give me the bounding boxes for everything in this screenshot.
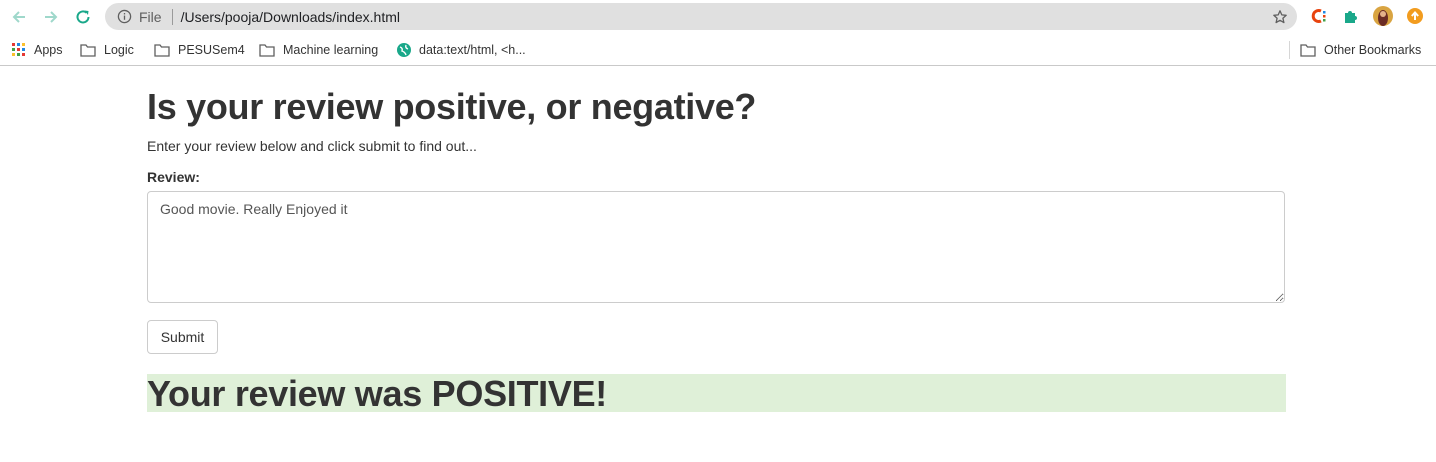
address-bar[interactable]: File /Users/pooja/Downloads/index.html [105, 3, 1297, 30]
bookmark-label: Apps [34, 43, 63, 57]
intro-text: Enter your review below and click submit… [147, 138, 477, 154]
folder-icon [259, 43, 275, 57]
bookmark-logic[interactable]: Logic [80, 41, 134, 59]
folder-icon [1300, 43, 1316, 57]
globe-icon [397, 43, 411, 57]
update-arrow-icon[interactable] [1405, 6, 1425, 26]
bookmark-label: PESUSem4 [178, 43, 245, 57]
bookmark-label: Other Bookmarks [1324, 43, 1422, 57]
scheme-label: File [139, 8, 162, 25]
bookmarks-bar: Apps Logic PESUSem4 Machine learning dat… [0, 34, 1436, 66]
bookmark-other-bookmarks[interactable]: Other Bookmarks [1300, 41, 1421, 59]
bookmark-label: Machine learning [283, 43, 379, 57]
result-banner: Your review was POSITIVE! [147, 374, 1286, 414]
bookmark-label: data:text/html, <h... [419, 43, 526, 57]
address-separator [171, 8, 173, 25]
review-label: Review: [147, 169, 200, 185]
submit-button[interactable]: Submit [147, 320, 218, 354]
reload-button[interactable] [71, 5, 95, 29]
page-title: Is your review positive, or negative? [147, 86, 757, 127]
extension-c-icon[interactable] [1309, 6, 1329, 26]
url-text[interactable]: /Users/pooja/Downloads/index.html [181, 9, 1271, 25]
profile-avatar[interactable] [1373, 6, 1393, 26]
bookmarks-divider [1289, 41, 1290, 59]
forward-button[interactable] [39, 5, 63, 29]
bookmark-machine-learning[interactable]: Machine learning [259, 41, 378, 59]
reload-icon [76, 10, 90, 24]
folder-icon [154, 43, 170, 57]
bookmark-star-icon[interactable] [1271, 8, 1289, 26]
bookmark-data-url[interactable]: data:text/html, <h... [397, 41, 526, 59]
bookmark-apps[interactable]: Apps [12, 41, 63, 59]
bookmark-label: Logic [104, 43, 134, 57]
browser-toolbar: File /Users/pooja/Downloads/index.html [0, 0, 1436, 34]
apps-grid-icon [12, 43, 26, 57]
extensions-puzzle-icon[interactable] [1341, 6, 1361, 26]
forward-arrow-icon [45, 11, 58, 23]
bookmark-pesusem4[interactable]: PESUSem4 [154, 41, 245, 59]
info-icon[interactable] [116, 9, 132, 25]
back-arrow-icon [12, 11, 25, 23]
folder-icon [80, 43, 96, 57]
review-textarea[interactable]: Good movie. Really Enjoyed it [147, 191, 1285, 303]
back-button[interactable] [7, 5, 31, 29]
